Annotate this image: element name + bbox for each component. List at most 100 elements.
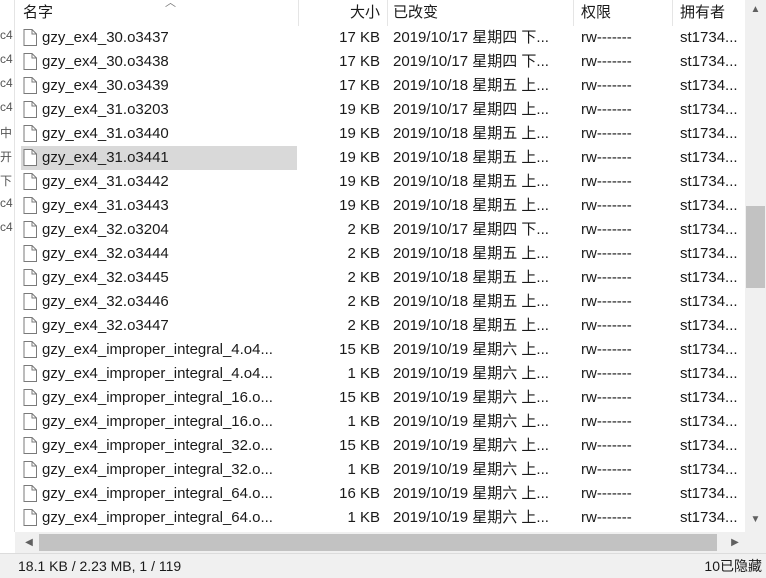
file-row[interactable]: gzy_ex4_30.o3439 17 KB 2019/10/18 星期五 上...… xyxy=(15,74,745,98)
file-modified: 2019/10/17 星期四 上... xyxy=(393,101,549,118)
file-size: 17 KB xyxy=(339,29,380,46)
left-pane-fragment: c4 xyxy=(0,220,13,234)
file-name: gzy_ex4_improper_integral_64.o... xyxy=(42,509,273,526)
document-icon xyxy=(23,221,37,238)
file-row[interactable]: gzy_ex4_improper_integral_16.o... 15 KB 20… xyxy=(15,386,745,410)
vertical-scroll-thumb[interactable] xyxy=(746,206,765,288)
file-name: gzy_ex4_31.o3443 xyxy=(42,197,169,214)
scroll-left-icon[interactable]: ◀ xyxy=(21,532,37,553)
left-pane-fragment: 中 xyxy=(0,126,13,140)
file-modified: 2019/10/19 星期六 上... xyxy=(393,437,549,454)
file-row[interactable]: gzy_ex4_32.o3447 2 KB 2019/10/18 星期五 上... r… xyxy=(15,314,745,338)
file-row[interactable]: gzy_ex4_31.o3203 19 KB 2019/10/17 星期四 上...… xyxy=(15,98,745,122)
file-modified: 2019/10/19 星期六 上... xyxy=(393,413,549,430)
document-icon xyxy=(23,269,37,286)
file-modified: 2019/10/18 星期五 上... xyxy=(393,245,549,262)
file-permissions: rw------- xyxy=(581,77,632,94)
file-row[interactable]: gzy_ex4_30.o3438 17 KB 2019/10/17 星期四 下...… xyxy=(15,50,745,74)
file-name: gzy_ex4_improper_integral_32.o... xyxy=(42,461,273,478)
column-divider[interactable] xyxy=(387,0,388,26)
file-row[interactable]: gzy_ex4_improper_integral_4.o4... 15 KB 20… xyxy=(15,338,745,362)
file-row[interactable]: gzy_ex4_30.o3437 17 KB 2019/10/17 星期四 下...… xyxy=(15,26,745,50)
left-pane-fragment: c4 xyxy=(0,52,13,66)
file-size: 1 KB xyxy=(347,365,380,382)
file-owner: st1734... xyxy=(680,413,738,430)
file-size: 1 KB xyxy=(347,509,380,526)
file-modified: 2019/10/18 星期五 上... xyxy=(393,317,549,334)
file-row[interactable]: gzy_ex4_32.o3444 2 KB 2019/10/18 星期五 上... r… xyxy=(15,242,745,266)
file-permissions: rw------- xyxy=(581,413,632,430)
file-owner: st1734... xyxy=(680,341,738,358)
file-permissions: rw------- xyxy=(581,221,632,238)
file-size: 2 KB xyxy=(347,269,380,286)
sort-ascending-icon: ︿ xyxy=(165,0,176,9)
scroll-up-icon[interactable]: ▲ xyxy=(745,0,766,20)
column-divider[interactable] xyxy=(573,0,574,26)
file-name: gzy_ex4_32.o3446 xyxy=(42,293,169,310)
file-modified: 2019/10/19 星期六 上... xyxy=(393,341,549,358)
vertical-scrollbar[interactable]: ▲ ▼ xyxy=(745,0,766,532)
file-permissions: rw------- xyxy=(581,461,632,478)
file-owner: st1734... xyxy=(680,437,738,454)
file-name: gzy_ex4_improper_integral_4.o4... xyxy=(42,365,273,382)
column-header-modified[interactable]: 已改变 xyxy=(393,0,438,26)
horizontal-scroll-thumb[interactable] xyxy=(39,534,717,551)
file-size: 1 KB xyxy=(347,413,380,430)
file-row[interactable]: gzy_ex4_32.o3446 2 KB 2019/10/18 星期五 上... r… xyxy=(15,290,745,314)
file-owner: st1734... xyxy=(680,365,738,382)
file-name: gzy_ex4_31.o3441 xyxy=(42,149,169,166)
scroll-right-icon[interactable]: ▶ xyxy=(727,532,743,553)
left-pane-fragment: 开 xyxy=(0,150,13,164)
file-row[interactable]: gzy_ex4_31.o3441 19 KB 2019/10/18 星期五 上...… xyxy=(15,146,745,170)
file-size: 1 KB xyxy=(347,461,380,478)
document-icon xyxy=(23,437,37,454)
file-permissions: rw------- xyxy=(581,341,632,358)
file-size: 17 KB xyxy=(339,53,380,70)
scroll-down-icon[interactable]: ▼ xyxy=(745,510,766,530)
column-divider[interactable] xyxy=(298,0,299,26)
file-row[interactable]: gzy_ex4_improper_integral_32.o... 15 KB 20… xyxy=(15,434,745,458)
column-divider[interactable] xyxy=(672,0,673,26)
document-icon xyxy=(23,77,37,94)
document-icon xyxy=(23,53,37,70)
file-row[interactable]: gzy_ex4_improper_integral_32.o... 1 KB 201… xyxy=(15,458,745,482)
file-row[interactable]: gzy_ex4_32.o3204 2 KB 2019/10/17 星期四 下... r… xyxy=(15,218,745,242)
file-row[interactable]: gzy_ex4_31.o3442 19 KB 2019/10/18 星期五 上...… xyxy=(15,170,745,194)
file-permissions: rw------- xyxy=(581,245,632,262)
file-size: 19 KB xyxy=(339,149,380,166)
file-name: gzy_ex4_improper_integral_4.o4... xyxy=(42,341,273,358)
file-row[interactable]: gzy_ex4_improper_integral_64.o... 16 KB 20… xyxy=(15,482,745,506)
file-modified: 2019/10/18 星期五 上... xyxy=(393,197,549,214)
file-row[interactable]: gzy_ex4_31.o3440 19 KB 2019/10/18 星期五 上...… xyxy=(15,122,745,146)
file-name: gzy_ex4_32.o3204 xyxy=(42,221,169,238)
file-row[interactable]: gzy_ex4_improper_integral_64.o... 1 KB 201… xyxy=(15,506,745,530)
file-row[interactable]: gzy_ex4_31.o3443 19 KB 2019/10/18 星期五 上...… xyxy=(15,194,745,218)
file-permissions: rw------- xyxy=(581,149,632,166)
horizontal-scrollbar[interactable]: ◀ ▶ xyxy=(15,532,745,553)
column-header-permissions[interactable]: 权限 xyxy=(581,0,611,26)
file-modified: 2019/10/17 星期四 下... xyxy=(393,221,549,238)
column-header-size[interactable]: 大小 xyxy=(305,0,380,26)
scrollbar-corner xyxy=(745,532,766,553)
document-icon xyxy=(23,149,37,166)
column-header-owner[interactable]: 拥有者 xyxy=(680,0,725,26)
file-modified: 2019/10/19 星期六 上... xyxy=(393,365,549,382)
file-owner: st1734... xyxy=(680,293,738,310)
document-icon xyxy=(23,461,37,478)
file-row[interactable]: gzy_ex4_improper_integral_16.o... 1 KB 201… xyxy=(15,410,745,434)
file-owner: st1734... xyxy=(680,149,738,166)
file-list[interactable]: gzy_ex4_30.o3437 17 KB 2019/10/17 星期四 下...… xyxy=(15,26,745,532)
file-row[interactable]: gzy_ex4_32.o3445 2 KB 2019/10/18 星期五 上... r… xyxy=(15,266,745,290)
file-permissions: rw------- xyxy=(581,365,632,382)
file-owner: st1734... xyxy=(680,269,738,286)
file-name: gzy_ex4_31.o3203 xyxy=(42,101,169,118)
selection-summary: 18.1 KB / 2.23 MB, 1 / 119 xyxy=(18,558,182,574)
file-size: 2 KB xyxy=(347,245,380,262)
file-size: 17 KB xyxy=(339,77,380,94)
column-header-name[interactable]: 名字 xyxy=(23,0,53,26)
file-row[interactable]: gzy_ex4_improper_integral_4.o4... 1 KB 201… xyxy=(15,362,745,386)
file-owner: st1734... xyxy=(680,509,738,526)
file-size: 19 KB xyxy=(339,101,380,118)
file-name: gzy_ex4_31.o3440 xyxy=(42,125,169,142)
left-pane-fragment: c4 xyxy=(0,100,13,114)
